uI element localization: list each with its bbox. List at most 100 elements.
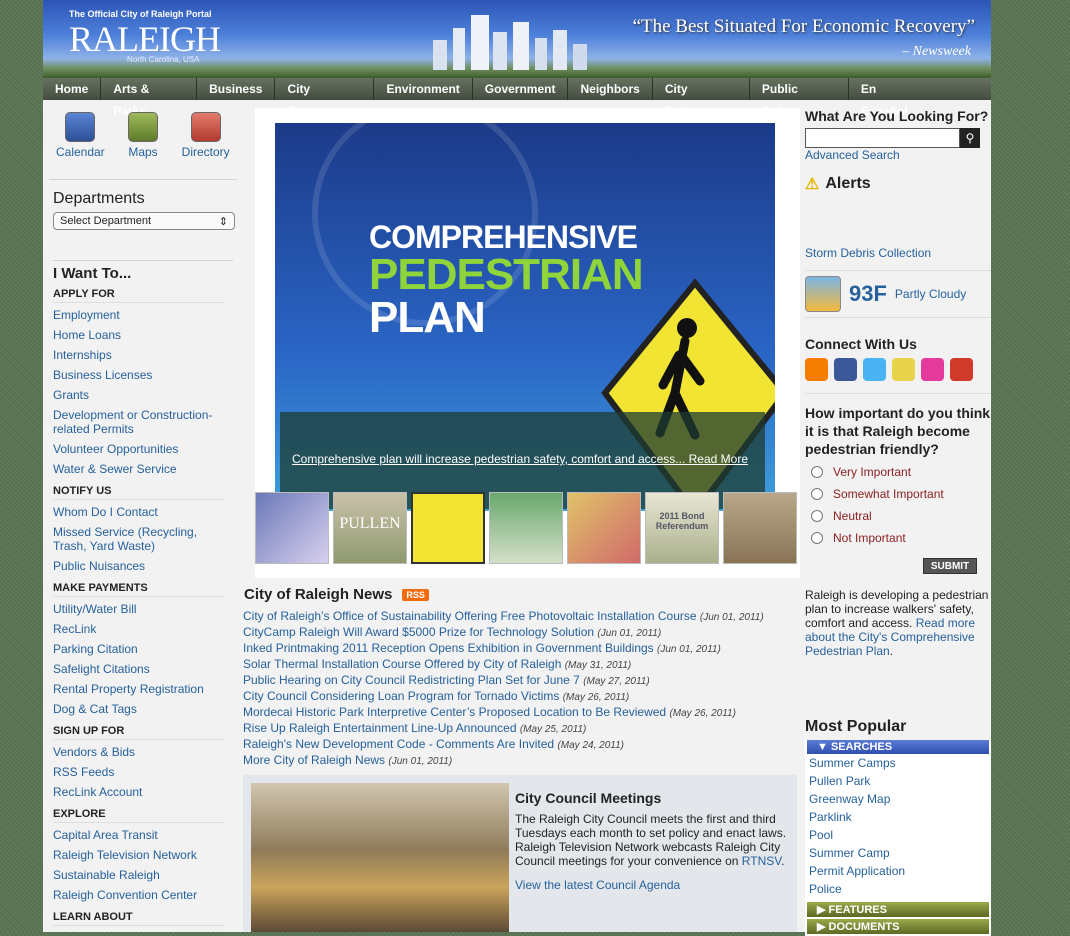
maps-link[interactable]: Maps bbox=[112, 108, 175, 179]
facebook-icon[interactable] bbox=[834, 358, 857, 381]
iwant-link[interactable]: Dog & Cat Tags bbox=[53, 699, 233, 719]
poll-options: Very Important Somewhat Important Neutral N… bbox=[805, 464, 991, 546]
news-item-link[interactable]: Mordecai Historic Park Interpretive Cent… bbox=[243, 705, 666, 719]
popular-search-link[interactable]: Police bbox=[805, 880, 991, 898]
directory-link[interactable]: Directory bbox=[174, 108, 237, 179]
popular-search-link[interactable]: Parklink bbox=[805, 808, 991, 826]
weather-widget: 93F Partly Cloudy bbox=[805, 270, 991, 318]
news-item: CityCamp Raleigh Will Award $5000 Prize … bbox=[243, 625, 803, 641]
iwant-link[interactable]: Rental Property Registration bbox=[53, 679, 233, 699]
iwant-link[interactable]: Capital Area Transit bbox=[53, 825, 233, 845]
poll-option[interactable]: Somewhat Important bbox=[811, 486, 991, 502]
iwant-link[interactable]: Raleigh Television Network bbox=[53, 845, 233, 865]
features-toggle[interactable]: ▶ FEATURES bbox=[807, 902, 989, 917]
radio-button[interactable] bbox=[811, 510, 823, 522]
nav-arts-parks[interactable]: Arts & Parks bbox=[101, 78, 198, 118]
search-input[interactable] bbox=[805, 128, 960, 148]
rtnsv-link[interactable]: RTNSV bbox=[742, 854, 781, 868]
popular-search-link[interactable]: Summer Camp bbox=[805, 844, 991, 862]
news-heading: City of Raleigh News RSS bbox=[244, 586, 803, 603]
poll-option[interactable]: Very Important bbox=[811, 464, 991, 480]
news-item-link[interactable]: City of Raleigh’s Office of Sustainabili… bbox=[243, 609, 697, 623]
popular-search-link[interactable]: Summer Camps bbox=[805, 754, 991, 772]
thumb-4[interactable] bbox=[489, 492, 563, 564]
news-item-link[interactable]: Inked Printmaking 2011 Reception Opens E… bbox=[243, 641, 654, 655]
iwant-link[interactable]: RSS Feeds bbox=[53, 762, 233, 782]
flickr-icon-2[interactable] bbox=[921, 358, 944, 381]
nav-public-safety[interactable]: Public Safety bbox=[750, 78, 849, 118]
iwant-link[interactable]: Employment bbox=[53, 305, 233, 325]
partly-cloudy-icon bbox=[805, 276, 841, 312]
radio-button[interactable] bbox=[811, 532, 823, 544]
iwant-link[interactable]: Water & Sewer Service bbox=[53, 459, 233, 479]
iwant-link[interactable]: Vendors & Bids bbox=[53, 742, 233, 762]
thumb-7[interactable] bbox=[723, 492, 797, 564]
radio-button[interactable] bbox=[811, 488, 823, 500]
blogger-icon[interactable] bbox=[805, 358, 828, 381]
poll-option[interactable]: Not Important bbox=[811, 530, 991, 546]
iwant-link[interactable]: Internships bbox=[53, 345, 233, 365]
nav-business[interactable]: Business bbox=[197, 78, 276, 100]
news-item-link[interactable]: Raleigh's New Development Code - Comment… bbox=[243, 737, 554, 751]
radio-button[interactable] bbox=[811, 466, 823, 478]
iwant-link[interactable]: Missed Service (Recycling, Trash, Yard W… bbox=[53, 522, 233, 556]
searches-toggle[interactable]: ▼ SEARCHES bbox=[807, 740, 989, 754]
iwant-link[interactable]: Development or Construction-related Perm… bbox=[53, 405, 233, 439]
nav-en-espanol[interactable]: En Español bbox=[849, 78, 991, 118]
search-icon: ⚲ bbox=[965, 131, 975, 145]
iwant-link[interactable]: RecLink Account bbox=[53, 782, 233, 802]
advanced-search-link[interactable]: Advanced Search bbox=[805, 148, 900, 162]
iwant-link[interactable]: Safelight Citations bbox=[53, 659, 233, 679]
nav-government[interactable]: Government bbox=[473, 78, 569, 100]
twitter-icon[interactable] bbox=[863, 358, 886, 381]
iwant-link[interactable]: Grants bbox=[53, 385, 233, 405]
popular-search-link[interactable]: Pullen Park bbox=[805, 772, 991, 790]
raleigh-logo[interactable]: RALEIGH bbox=[69, 18, 221, 60]
thumb-1[interactable] bbox=[255, 492, 329, 564]
thumb-pedestrian[interactable] bbox=[411, 492, 485, 564]
flickr-icon[interactable] bbox=[892, 358, 915, 381]
news-item-link[interactable]: CityCamp Raleigh Will Award $5000 Prize … bbox=[243, 625, 594, 639]
news-heading-text: City of Raleigh News bbox=[244, 586, 393, 603]
thumb-pullen[interactable]: PULLEN bbox=[333, 492, 407, 564]
nav-environment[interactable]: Environment bbox=[374, 78, 473, 100]
poll-submit-button[interactable]: SUBMIT bbox=[923, 558, 977, 574]
nav-city-projects[interactable]: City Projects bbox=[653, 78, 750, 118]
calendar-link[interactable]: Calendar bbox=[49, 108, 112, 179]
popular-search-link[interactable]: Permit Application bbox=[805, 862, 991, 880]
rss-icon[interactable]: RSS bbox=[402, 588, 429, 601]
iwant-link[interactable]: Volunteer Opportunities bbox=[53, 439, 233, 459]
popular-search-link[interactable]: Greenway Map bbox=[805, 790, 991, 808]
slide-caption-link[interactable]: Comprehensive plan will increase pedestr… bbox=[292, 452, 748, 466]
department-select[interactable]: Select Department ⇕ bbox=[53, 212, 235, 230]
nav-home[interactable]: Home bbox=[43, 78, 102, 100]
youtube-icon[interactable] bbox=[950, 358, 973, 381]
poll-option[interactable]: Neutral bbox=[811, 508, 991, 524]
council-agenda-link[interactable]: View the latest Council Agenda bbox=[515, 878, 680, 892]
select-arrows-icon: ⇕ bbox=[218, 216, 228, 228]
iwant-link[interactable]: Parking Citation bbox=[53, 639, 233, 659]
news-item: Mordecai Historic Park Interpretive Cent… bbox=[243, 705, 803, 721]
nav-neighbors[interactable]: Neighbors bbox=[568, 78, 653, 100]
news-item-link[interactable]: Solar Thermal Installation Course Offere… bbox=[243, 657, 561, 671]
news-item: Raleigh's New Development Code - Comment… bbox=[243, 737, 803, 753]
iwant-link[interactable]: Home Loans bbox=[53, 325, 233, 345]
thumb-5[interactable] bbox=[567, 492, 641, 564]
popular-search-link[interactable]: Pool bbox=[805, 826, 991, 844]
iwant-link[interactable]: Utility/Water Bill bbox=[53, 599, 233, 619]
iwant-link[interactable]: Public Nuisances bbox=[53, 556, 233, 576]
news-item-link[interactable]: Rise Up Raleigh Entertainment Line-Up An… bbox=[243, 721, 517, 735]
news-item-link[interactable]: Public Hearing on City Council Redistric… bbox=[243, 673, 580, 687]
iwant-link[interactable]: Whom Do I Contact bbox=[53, 502, 233, 522]
iwant-link[interactable]: Raleigh Convention Center bbox=[53, 885, 233, 905]
search-button[interactable]: ⚲ bbox=[960, 128, 980, 148]
alert-item[interactable]: Storm Debris Collection bbox=[805, 246, 991, 260]
iwant-link[interactable]: Sustainable Raleigh bbox=[53, 865, 233, 885]
iwant-link[interactable]: RecLink bbox=[53, 619, 233, 639]
skyline-image bbox=[433, 15, 587, 70]
nav-city-services[interactable]: City Services bbox=[275, 78, 375, 118]
news-item-link[interactable]: More City of Raleigh News bbox=[243, 753, 385, 767]
news-item-link[interactable]: City Council Considering Loan Program fo… bbox=[243, 689, 559, 703]
thumb-bond-referendum[interactable]: 2011 Bond Referendum bbox=[645, 492, 719, 564]
iwant-link[interactable]: Business Licenses bbox=[53, 365, 233, 385]
